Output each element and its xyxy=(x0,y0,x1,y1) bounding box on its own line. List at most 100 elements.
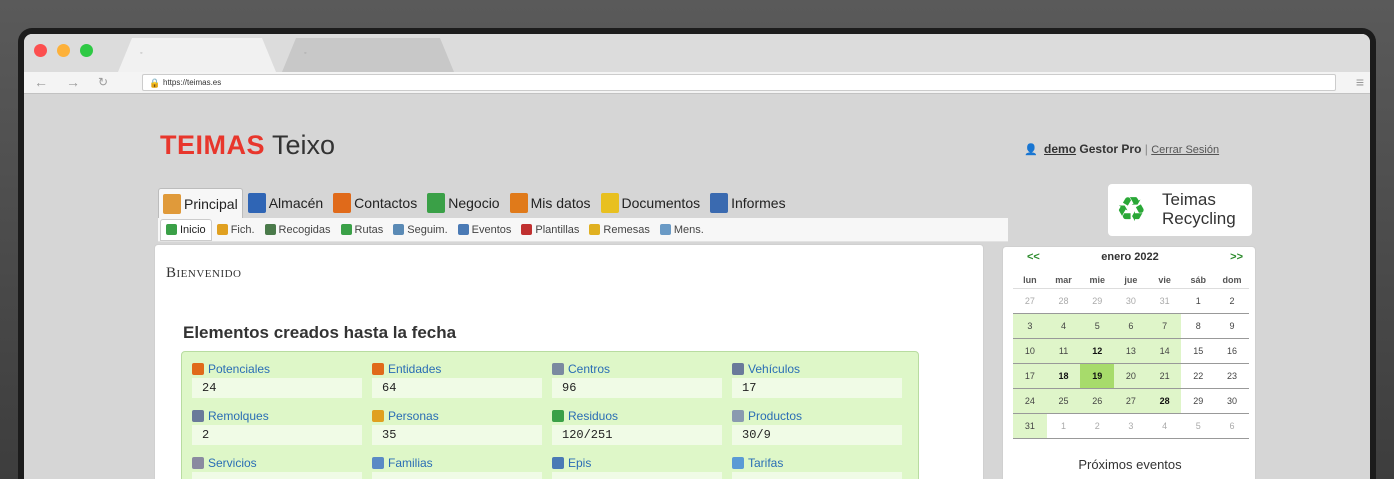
brand-name-teixo: Teixo xyxy=(272,130,336,160)
recycling-line-1: Teimas xyxy=(1162,190,1216,209)
calendar-day[interactable]: 5 xyxy=(1181,414,1215,438)
nav-tab-negocio[interactable]: Negocio xyxy=(422,188,504,218)
book-icon xyxy=(247,193,266,213)
calendar-day[interactable]: 10 xyxy=(1013,339,1047,363)
close-window-button[interactable] xyxy=(34,44,47,57)
calendar-day[interactable]: 3 xyxy=(1013,314,1047,338)
stat-label-link[interactable]: Servicios xyxy=(192,456,362,470)
forward-arrow-icon[interactable]: → xyxy=(66,74,80,90)
reload-icon[interactable]: ↻ xyxy=(98,75,108,89)
stat-label-link[interactable]: Productos xyxy=(732,409,902,423)
calendar-day[interactable]: 11 xyxy=(1046,339,1081,363)
calendar-day[interactable]: 23 xyxy=(1215,364,1249,388)
calendar-day[interactable]: 12 xyxy=(1080,339,1115,363)
calendar-grid: lun mar mie jue vie sáb dom 27 28 29 30 31 1 2 3 4 5 6 7 8 9… xyxy=(1013,271,1249,439)
stat-label-link[interactable]: Epis xyxy=(552,456,722,470)
subnav-fich[interactable]: Fich. xyxy=(212,219,260,241)
stat-label-text: Entidades xyxy=(388,362,442,376)
subnav-icon xyxy=(340,224,352,235)
stat-centros: Centros 96 xyxy=(552,362,722,398)
subnav-seguim[interactable]: Seguim. xyxy=(388,219,452,241)
nav-tab-mis-datos[interactable]: Mis datos xyxy=(505,188,596,218)
calendar-day[interactable]: 13 xyxy=(1114,339,1148,363)
calendar-day[interactable]: 18 xyxy=(1046,364,1081,388)
calendar-day[interactable]: 2 xyxy=(1080,414,1114,438)
username-link[interactable]: demo xyxy=(1044,142,1076,156)
calendar-day[interactable]: 5 xyxy=(1080,314,1115,338)
calendar-day[interactable]: 28 xyxy=(1147,389,1182,413)
stat-label-link[interactable]: Centros xyxy=(552,362,722,376)
stat-label-link[interactable]: Familias xyxy=(372,456,542,470)
nav-tab-contactos[interactable]: Contactos xyxy=(328,188,422,218)
calendar-day[interactable]: 21 xyxy=(1147,364,1182,388)
calendar-day[interactable]: 19 xyxy=(1080,364,1115,388)
hamburger-menu-icon[interactable]: ≡ xyxy=(1356,74,1364,90)
calendar-day[interactable]: 7 xyxy=(1147,314,1182,338)
subnav-mens[interactable]: Mens. xyxy=(655,219,709,241)
calendar-day[interactable]: 29 xyxy=(1080,289,1114,313)
calendar-day[interactable]: 6 xyxy=(1215,414,1249,438)
calendar-day[interactable]: 22 xyxy=(1181,364,1215,388)
subnav-remesas[interactable]: Remesas xyxy=(584,219,654,241)
calendar-day[interactable]: 24 xyxy=(1013,389,1047,413)
subnav-eventos[interactable]: Eventos xyxy=(453,219,517,241)
back-arrow-icon[interactable]: ← xyxy=(34,74,48,90)
calendar-day[interactable]: 16 xyxy=(1215,339,1249,363)
calendar-day[interactable]: 20 xyxy=(1114,364,1148,388)
url-field[interactable]: 🔒 https://teimas.es xyxy=(142,74,1336,91)
calendar-day[interactable]: 25 xyxy=(1046,389,1081,413)
stat-label-link[interactable]: Residuos xyxy=(552,409,722,423)
browser-tab-1[interactable]: ◦ xyxy=(118,38,276,72)
calendar-day[interactable]: 28 xyxy=(1047,289,1081,313)
calendar-day[interactable]: 15 xyxy=(1181,339,1215,363)
browser-window: ◦ ◦ ← → ↻ 🔒 https://teimas.es ≡ TEIMAS T… xyxy=(24,34,1370,479)
stat-label-link[interactable]: Personas xyxy=(372,409,542,423)
maximize-window-button[interactable] xyxy=(80,44,93,57)
subnav-recogidas[interactable]: Recogidas xyxy=(260,219,336,241)
calendar-day[interactable]: 9 xyxy=(1215,314,1249,338)
subnav-plantillas[interactable]: Plantillas xyxy=(516,219,584,241)
teimas-teixo-logo[interactable]: TEIMAS Teixo xyxy=(160,130,335,161)
calendar-day[interactable]: 27 xyxy=(1013,289,1047,313)
calendar-day[interactable]: 2 xyxy=(1215,289,1249,313)
stat-personas: Personas 35 xyxy=(372,409,542,445)
teimas-recycling-logo[interactable]: ♻ Teimas Recycling xyxy=(1108,184,1252,236)
nav-tab-almacén[interactable]: Almacén xyxy=(243,188,328,218)
calendar-day[interactable]: 4 xyxy=(1148,414,1182,438)
calendar-day[interactable]: 31 xyxy=(1013,414,1047,438)
stat-label-text: Productos xyxy=(748,409,803,423)
calendar-day[interactable]: 1 xyxy=(1047,414,1081,438)
calendar-day[interactable]: 30 xyxy=(1215,389,1249,413)
calendar-day[interactable]: 3 xyxy=(1114,414,1148,438)
calendar-day[interactable]: 27 xyxy=(1114,389,1148,413)
stat-label-text: Personas xyxy=(388,409,439,423)
subnav-inicio[interactable]: Inicio xyxy=(160,218,212,241)
nav-tab-informes[interactable]: Informes xyxy=(705,188,790,218)
calendar-day[interactable]: 26 xyxy=(1080,389,1115,413)
subnav-rutas[interactable]: Rutas xyxy=(336,219,389,241)
stat-value: 2 xyxy=(192,425,362,445)
stat-label-text: Vehículos xyxy=(748,362,801,376)
calendar-day[interactable]: 4 xyxy=(1046,314,1081,338)
calendar-day[interactable]: 1 xyxy=(1181,289,1215,313)
calendar-day[interactable]: 14 xyxy=(1147,339,1182,363)
calendar-day[interactable]: 6 xyxy=(1114,314,1148,338)
browser-tab-2[interactable]: ◦ xyxy=(282,38,454,72)
calendar-day[interactable]: 17 xyxy=(1013,364,1047,388)
stat-label-link[interactable]: Vehículos xyxy=(732,362,902,376)
nav-tab-principal[interactable]: Principal xyxy=(158,188,243,218)
stat-label-link[interactable]: Tarifas xyxy=(732,456,902,470)
calendar-day[interactable]: 8 xyxy=(1181,314,1215,338)
calendar-day[interactable]: 29 xyxy=(1181,389,1215,413)
stat-label-link[interactable]: Potenciales xyxy=(192,362,362,376)
subnav-icon xyxy=(393,224,405,235)
calendar-day[interactable]: 31 xyxy=(1148,289,1182,313)
calendar-week: 27 28 29 30 31 1 2 xyxy=(1013,289,1249,314)
calendar-day[interactable]: 30 xyxy=(1114,289,1148,313)
stat-label-link[interactable]: Remolques xyxy=(192,409,362,423)
minimize-window-button[interactable] xyxy=(57,44,70,57)
next-month-button[interactable]: >> xyxy=(1230,251,1243,263)
logout-link[interactable]: Cerrar Sesión xyxy=(1151,144,1219,156)
stat-label-link[interactable]: Entidades xyxy=(372,362,542,376)
nav-tab-documentos[interactable]: Documentos xyxy=(596,188,706,218)
